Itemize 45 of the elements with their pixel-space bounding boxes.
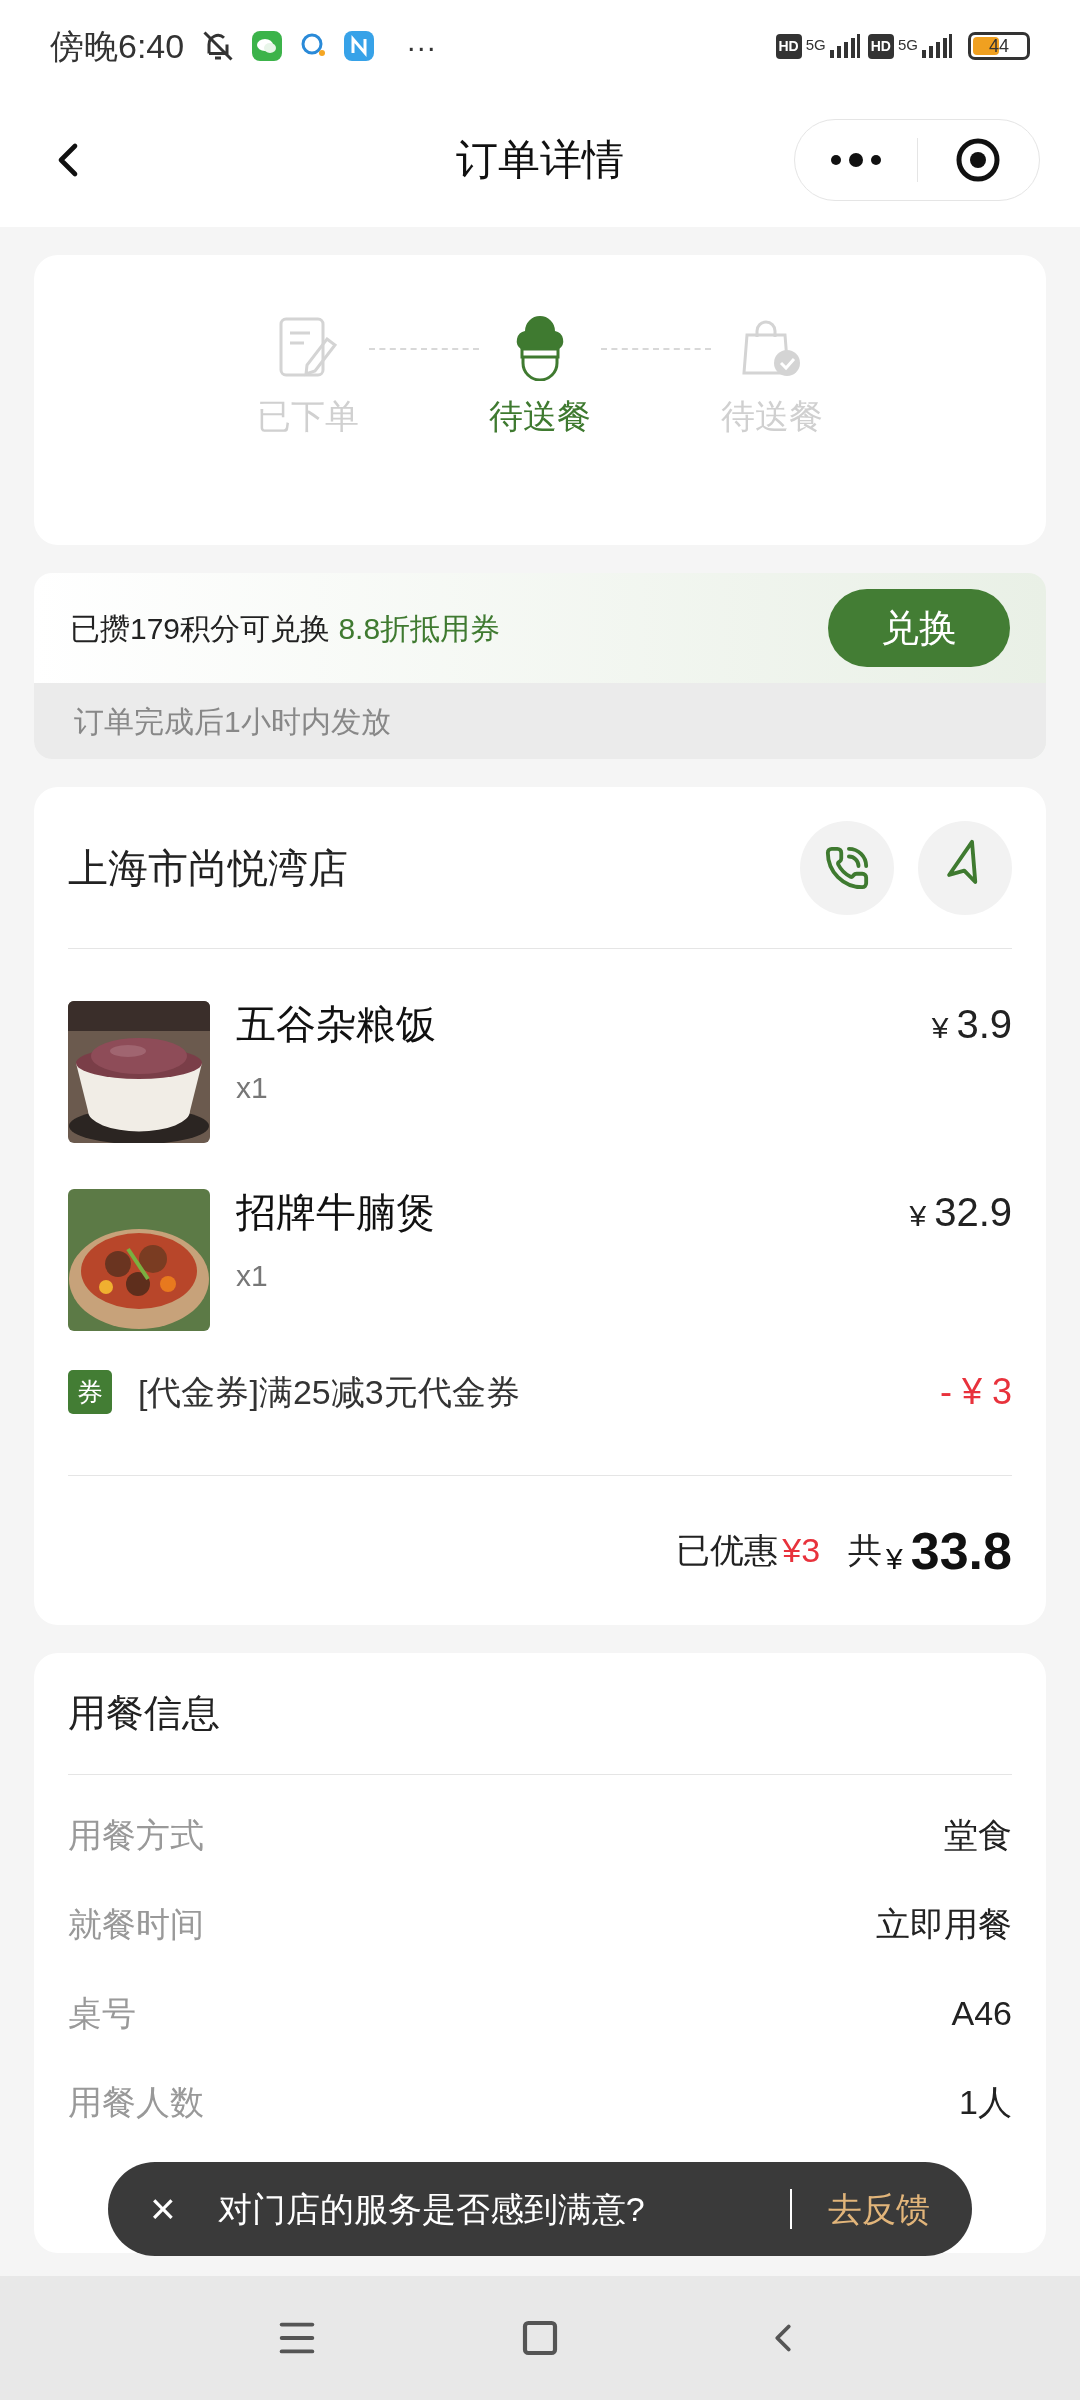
points-note: 订单完成后1小时内发放 <box>74 703 391 740</box>
info-label: 用餐人数 <box>68 2082 204 2123</box>
page-title: 订单详情 <box>456 135 624 185</box>
coupon-amount: - ¥ 3 <box>939 1370 1012 1414</box>
discount-amount: ¥3 <box>782 1530 821 1571</box>
step-label: 待送餐 <box>489 396 591 437</box>
feedback-link[interactable]: 去反馈 <box>828 2183 930 2235</box>
discount-label: 已优惠 <box>676 1530 779 1571</box>
signal-icon <box>829 34 860 58</box>
network-type: 5G <box>898 34 918 55</box>
section-title: 用餐信息 <box>68 1691 220 1736</box>
dish-name: 招牌牛腩煲 <box>236 1189 436 1235</box>
info-value: A46 <box>951 1993 1012 2034</box>
toast-message: 对门店的服务是否感到满意? <box>217 2188 645 2230</box>
chat-app-icon <box>252 31 283 61</box>
hd-badge: HD <box>775 33 802 59</box>
hd-badge: HD <box>867 33 894 59</box>
home-icon[interactable] <box>520 2318 560 2358</box>
dish-quantity: x1 <box>236 1258 269 1294</box>
signal-icon <box>922 34 952 58</box>
store-name: 上海市尚悦湾店 <box>68 844 348 892</box>
dish-quantity: x1 <box>236 1070 269 1106</box>
target-icon <box>955 136 1002 183</box>
info-label: 用餐方式 <box>68 1815 204 1856</box>
close-button[interactable]: × <box>150 2187 176 2231</box>
battery: 44 <box>968 32 1030 60</box>
total-label: 共 <box>848 1530 883 1571</box>
coupon-text: [代金券]满25减3元代金券 <box>138 1371 520 1413</box>
info-label: 就餐时间 <box>68 1904 204 1945</box>
info-value: 1人 <box>959 2082 1012 2123</box>
coupon-badge: 券 <box>68 1370 112 1414</box>
phone-icon <box>824 844 870 891</box>
info-label: 桌号 <box>68 1993 136 2034</box>
status-time: 傍晚6:40 <box>50 25 185 67</box>
more-notifications: ··· <box>406 28 437 65</box>
nfc-icon <box>344 31 375 61</box>
info-value: 立即用餐 <box>876 1904 1012 1945</box>
network-type: 5G <box>805 34 826 55</box>
dish-price: ¥ 3.9 <box>931 1001 1012 1048</box>
points-text: 已攒179积分可兑换 8.8折抵用券 <box>70 610 501 647</box>
info-value: 堂食 <box>944 1815 1012 1856</box>
total-amount: ¥33.8 <box>886 1520 1012 1582</box>
redeem-button[interactable]: 兑换 <box>828 589 1010 667</box>
dish-name: 五谷杂粮饭 <box>236 1001 436 1047</box>
dish-price: ¥ 32.9 <box>909 1189 1012 1236</box>
